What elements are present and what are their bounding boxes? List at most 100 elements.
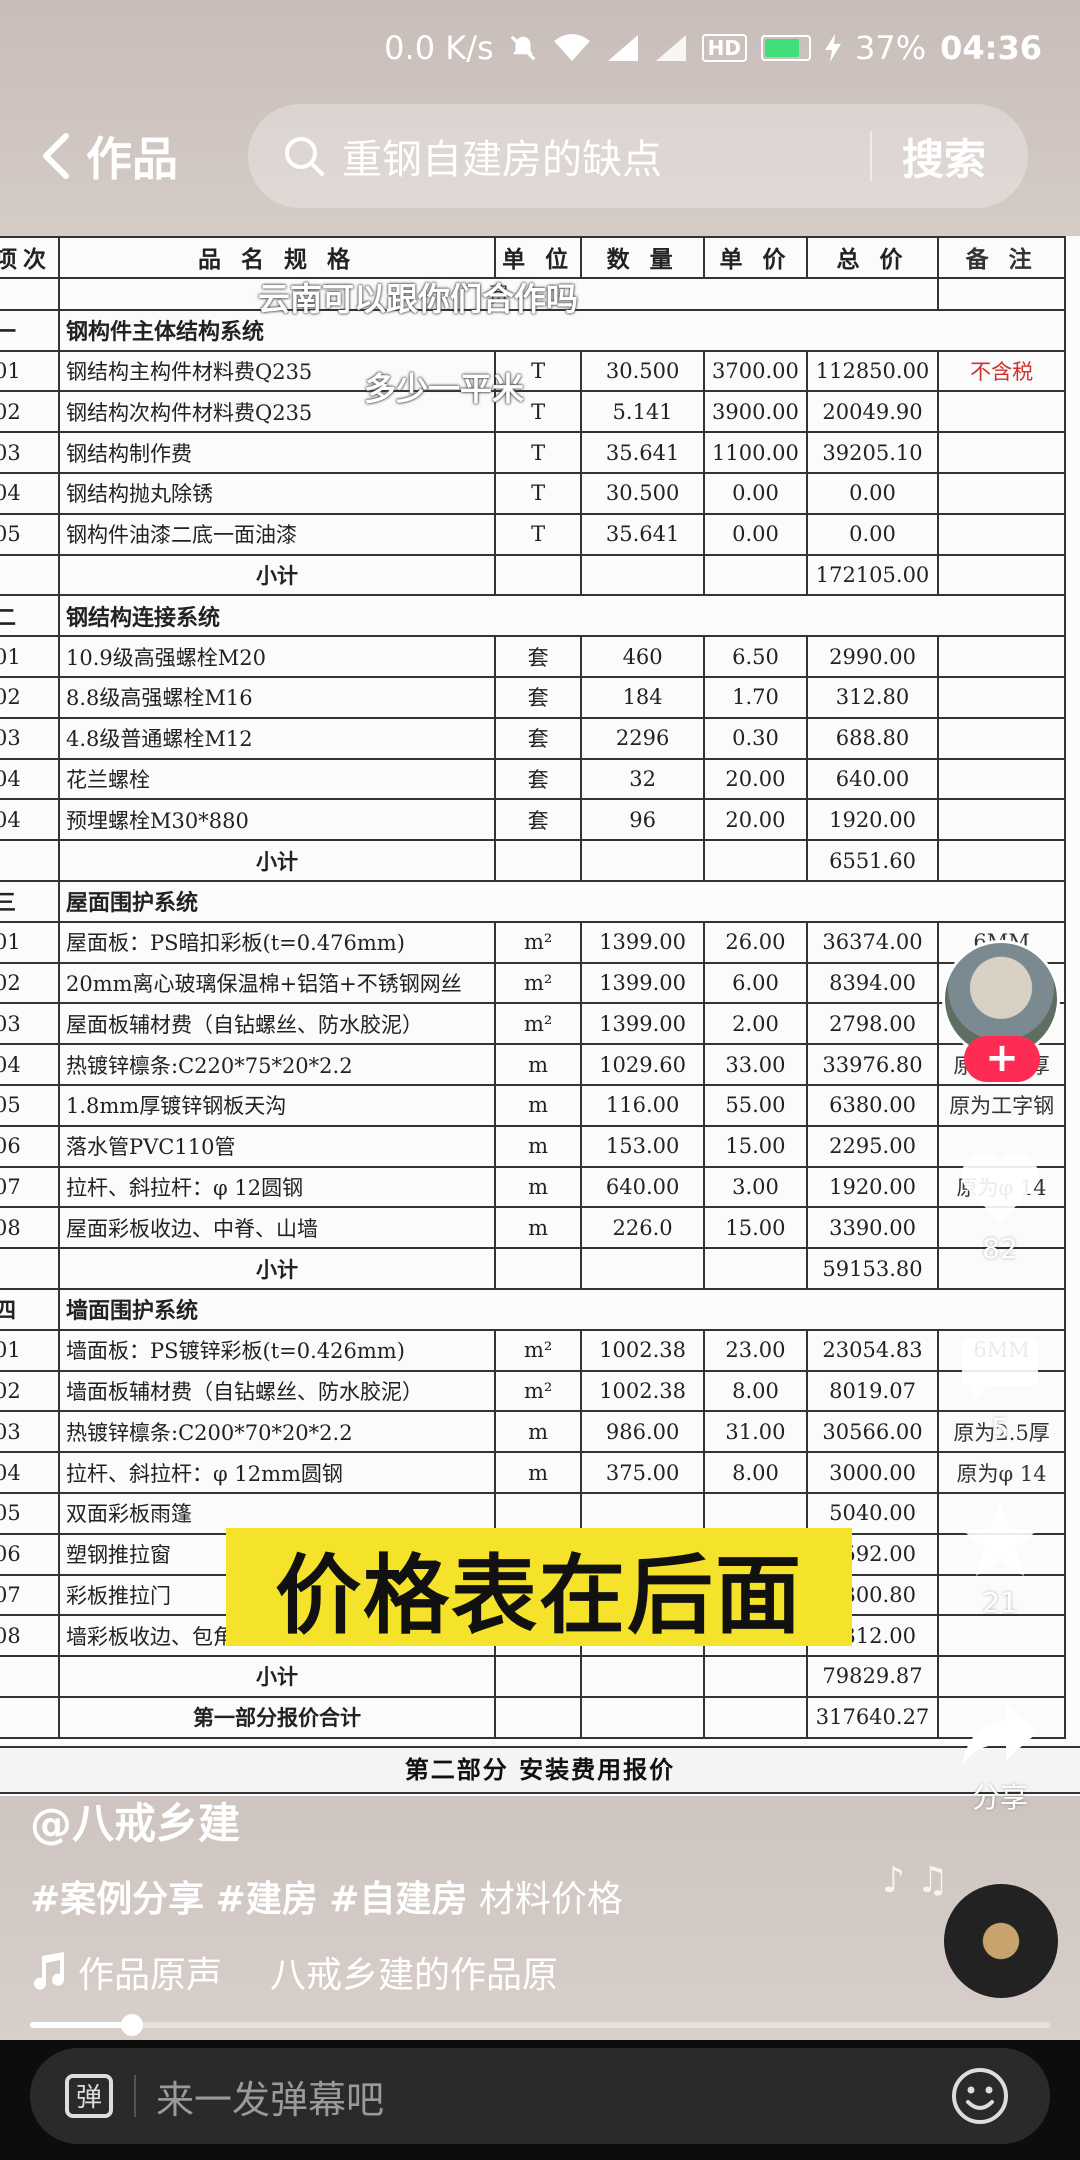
row-name: 钢构件油漆二底一面油漆 [57,512,497,556]
row-qty: 5.141 [580,390,706,434]
table-row: 04钢结构抛丸除锈T30.5000.000.00 [0,471,1066,515]
search-input[interactable]: 重钢自建房的缺点 搜索 [248,104,1028,208]
row-price [703,553,808,597]
row-no: 二 [0,594,60,638]
row-price: 15.00 [703,1206,808,1250]
search-button[interactable]: 搜索 [902,126,986,187]
row-unit [494,1247,583,1290]
row-qty: 1002.38 [580,1328,706,1372]
back-label: 作品 [86,132,178,186]
comment-count: 5 [991,1412,1009,1445]
table-row: 04热镀锌檩条:C220*75*20*2.2m1029.6033.0033976… [0,1043,1066,1086]
hashtag[interactable]: #案例分享 [30,1879,204,1920]
row-total: 317640.27 [805,1695,940,1739]
share-button[interactable]: 分享 [920,1700,1080,1816]
row-no: 四 [0,1287,60,1331]
heart-icon [961,1153,1039,1222]
row-price: 2.00 [703,1002,808,1046]
section-title: 墙面围护系统 [58,1287,1066,1331]
row-name: 小计 [57,839,497,882]
row-name: 拉杆、斜拉杆：φ 12mm圆钢 [57,1451,497,1494]
share-label: 分享 [971,1781,1028,1814]
row-total: 688.80 [805,716,940,760]
table-row: 02钢结构次构件材料费Q235T5.1413900.0020049.90 [0,390,1066,434]
section-title: 屋面围护系统 [58,879,1066,923]
back-button[interactable]: 作品 [0,123,240,189]
star-icon [962,1504,1038,1576]
progress-handle[interactable] [121,2014,143,2036]
emoji-icon[interactable] [950,2066,1010,2126]
table-subtotal-row: 小计 172105.00 [0,553,1066,597]
row-total: 23054.83 [805,1328,940,1372]
row-note [937,553,1066,597]
table-subtotal-row: 第一部分报价合计 317640.27 [0,1695,1066,1739]
danmaku-toggle-icon[interactable]: 弹 [64,2073,114,2119]
table-row: 051.8mm厚镀锌钢板天沟m116.0055.006380.00原为工字钢 [0,1083,1066,1127]
row-note [937,716,1066,760]
row-qty [580,1695,706,1739]
like-button[interactable]: 82 [920,1150,1080,1265]
row-total: 8394.00 [805,961,940,1005]
hashtag[interactable]: #建房 [216,1879,318,1920]
follow-button[interactable]: + [964,1036,1040,1082]
row-name: 拉杆、斜拉杆：φ 12圆钢 [57,1165,497,1209]
row-name: 花兰螺栓 [57,757,497,801]
row-no: 01 [0,1328,60,1372]
table-row: 04预埋螺栓M30*880套9620.001920.00 [0,798,1066,842]
row-qty: 1399.00 [580,920,706,964]
table-section-row: 二钢结构连接系统 [0,594,1066,638]
row-name: 4.8级普通螺栓M12 [57,716,497,760]
header-unit: 单 位 [494,236,583,279]
video-description: #案例分享 #建房 #自建房 材料价格 [30,1870,623,1922]
row-unit: m² [494,920,583,964]
row-name: 20mm离心玻璃保温棉+铝箔+不锈钢网丝 [57,961,497,1005]
row-price: 15.00 [703,1124,808,1168]
row-note [937,757,1066,801]
row-note [937,839,1066,882]
hashtag[interactable]: #自建房 [329,1879,467,1920]
row-unit: m² [494,1328,583,1372]
music-record-disc[interactable] [944,1884,1058,1998]
row-qty: 32 [580,757,706,801]
row-name: 第一部分报价合计 [57,1695,497,1739]
author-name[interactable]: @八戒乡建 [30,1790,240,1851]
table-row: 01屋面板：PS暗扣彩板(t=0.476mm)m²1399.0026.00363… [0,920,1066,964]
row-total: 33976.80 [805,1043,940,1086]
row-total: 8019.07 [805,1369,940,1413]
header-no: 项次 [0,236,60,279]
search-icon [285,137,324,176]
mute-bell-icon [508,33,538,63]
row-no: 08 [0,1206,60,1250]
row-price: 1.70 [703,675,808,719]
row-price: 26.00 [703,920,808,964]
comment-button[interactable]: 5 [920,1330,1080,1445]
row-name: 小计 [57,1247,497,1290]
row-no [0,839,60,882]
table-row: 04拉杆、斜拉杆：φ 12mm圆钢m375.008.003000.00原为φ 1… [0,1451,1066,1494]
table-row: 03钢结构制作费T35.6411100.0039205.10 [0,431,1066,474]
row-name: 预埋螺栓M30*880 [57,798,497,842]
row-qty: 116.00 [580,1083,706,1127]
row-name: 钢结构制作费 [57,431,497,474]
row-note [937,471,1066,515]
row-total: 112850.00 [805,349,940,393]
row-qty: 1399.00 [580,961,706,1005]
progress-track[interactable] [30,2022,1050,2028]
row-no: 07 [0,1573,60,1617]
danmaku-input[interactable]: 弹 来一发弹幕吧 [30,2048,1050,2144]
row-no: 01 [0,920,60,964]
music-notes-icon: ♪ ♫ [882,1860,949,1901]
row-no: 06 [0,1124,60,1168]
row-unit [494,1695,583,1739]
row-no [0,1695,60,1739]
table-header-row: 项次 品 名 规 格 单 位 数 量 单 价 总 价 备 注 [0,236,1066,279]
table-row: 07拉杆、斜拉杆：φ 12圆钢m640.003.001920.00原为φ 14 [0,1165,1066,1209]
row-note: 原为φ 14 [937,1451,1066,1494]
row-price: 33.00 [703,1043,808,1086]
favorite-button[interactable]: 21 [920,1500,1080,1619]
row-total: 39205.10 [805,431,940,474]
row-qty: 1029.60 [580,1043,706,1086]
music-info[interactable]: 作品原声 八戒乡建的作品原 [30,1946,590,1998]
row-price: 6.50 [703,635,808,678]
row-unit: m [494,1206,583,1250]
